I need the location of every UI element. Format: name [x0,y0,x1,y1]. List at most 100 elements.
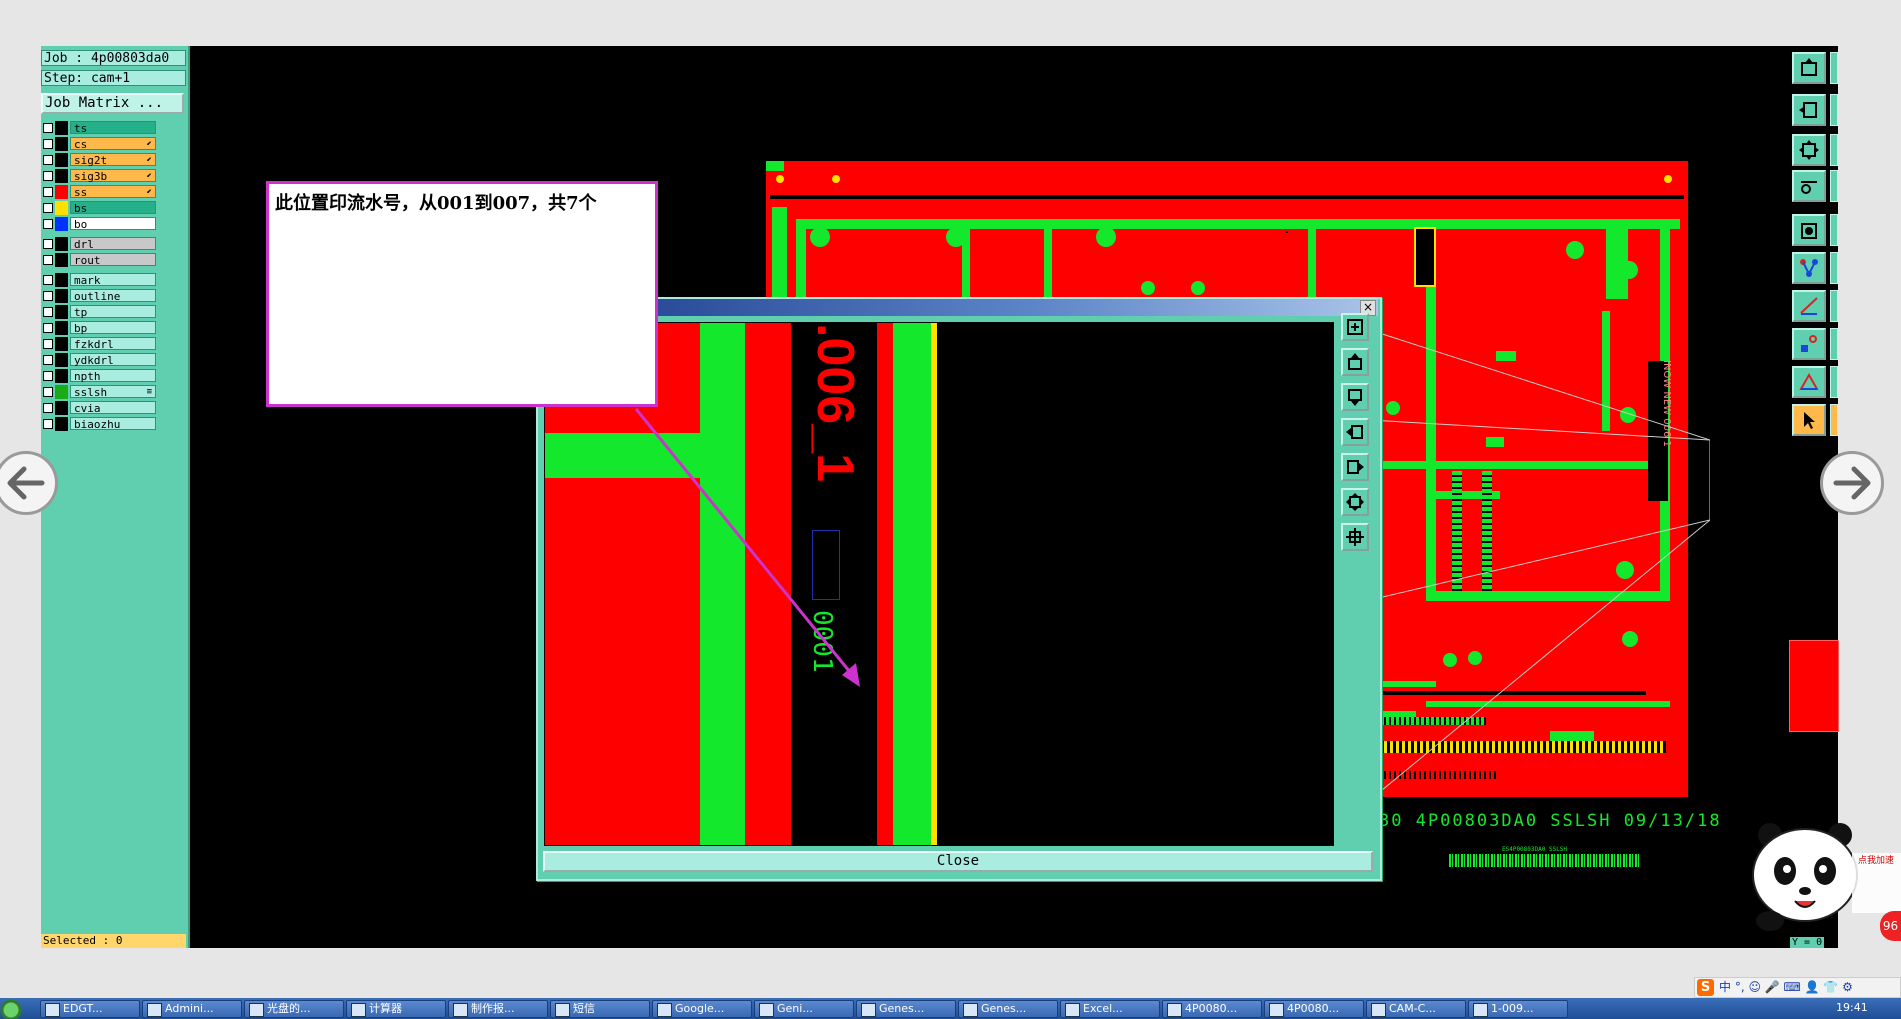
layer-color-swatch[interactable] [55,153,68,167]
taskbar-item[interactable]: Genes... [856,1000,956,1018]
layer-row-ss[interactable]: ss ⬋ [41,185,156,199]
layer-checkbox[interactable] [43,155,53,165]
job-matrix-button[interactable]: Job Matrix ... [41,93,184,114]
taskbar-item[interactable]: 制作报... [448,1000,548,1018]
color-swatch-panel[interactable] [1789,640,1839,732]
panda-widget[interactable]: 点我加速 96 [1740,823,1901,941]
layer-name[interactable]: npth [70,369,156,383]
layer-row-bp[interactable]: bp [41,321,156,335]
ime-toolbar[interactable]: S 中 °, ☺ 🎤 ⌨ 👤 👕 ⚙ [1694,977,1901,998]
taskbar-item[interactable]: 4P0080... [1162,1000,1262,1018]
layer-name[interactable]: cs ⬋ [70,137,156,151]
zoom-down-button[interactable] [1341,383,1369,411]
toolbar-button-6[interactable] [1792,252,1826,284]
layer-color-swatch[interactable] [55,185,68,199]
zoom-left-button[interactable] [1341,418,1369,446]
layer-color-swatch[interactable] [55,237,68,251]
toolbar-button-7[interactable] [1792,290,1826,322]
layer-checkbox[interactable] [43,291,53,301]
layer-color-swatch[interactable] [55,385,68,399]
layer-name[interactable]: sig3b ⬋ [70,169,156,183]
layer-name[interactable]: drl [70,237,156,251]
zoom-in-button[interactable] [1341,313,1369,341]
layer-row-cs[interactable]: cs ⬋ [41,137,156,151]
layer-checkbox[interactable] [43,123,53,133]
layer-name[interactable]: sslsh ≡ [70,385,156,399]
taskbar-item[interactable]: Admini... [142,1000,242,1018]
zoom-out-button[interactable] [1341,523,1369,551]
layer-color-swatch[interactable] [55,337,68,351]
layer-color-swatch[interactable] [55,121,68,135]
layer-name[interactable]: tp [70,305,156,319]
close-button[interactable]: Close [543,851,1373,872]
layer-color-swatch[interactable] [55,217,68,231]
layer-checkbox[interactable] [43,371,53,381]
layer-checkbox[interactable] [43,339,53,349]
taskbar-item[interactable]: Genes... [958,1000,1058,1018]
toolbar-button-8[interactable] [1792,328,1826,360]
layer-checkbox[interactable] [43,139,53,149]
taskbar-item[interactable]: Geni... [754,1000,854,1018]
layer-name[interactable]: bs [70,201,156,215]
layer-color-swatch[interactable] [55,305,68,319]
layer-checkbox[interactable] [43,171,53,181]
toolbar-button-9[interactable] [1792,366,1826,398]
layer-name[interactable]: sig2t ⬋ [70,153,156,167]
taskbar-item[interactable]: 4P0080... [1264,1000,1364,1018]
layer-checkbox[interactable] [43,187,53,197]
taskbar-item[interactable]: EDGT... [40,1000,140,1018]
toolbar-button-2[interactable] [1792,94,1826,126]
layer-row-ydkdrl[interactable]: ydkdrl [41,353,156,367]
layer-row-biaozhu[interactable]: biaozhu [41,417,156,431]
layer-row-cvia[interactable]: cvia [41,401,156,415]
layer-color-swatch[interactable] [55,201,68,215]
layer-checkbox[interactable] [43,203,53,213]
taskbar-item[interactable]: CAM-C... [1366,1000,1466,1018]
layer-color-swatch[interactable] [55,369,68,383]
next-button[interactable] [1820,451,1884,515]
layer-name[interactable]: fzkdrl [70,337,156,351]
layer-color-swatch[interactable] [55,137,68,151]
layer-checkbox[interactable] [43,239,53,249]
layer-color-swatch[interactable] [55,401,68,415]
layer-name[interactable]: rout [70,253,156,267]
pointer-tool-button[interactable] [1792,404,1826,436]
layer-row-drl[interactable]: drl [41,237,156,251]
layer-name[interactable]: outline [70,289,156,303]
taskbar-item[interactable]: 1-009... [1468,1000,1568,1018]
popup-titlebar[interactable]: × [538,299,1378,316]
taskbar-item[interactable]: 光盘的... [244,1000,344,1018]
layer-name[interactable]: biaozhu [70,417,156,431]
layer-checkbox[interactable] [43,387,53,397]
taskbar-item[interactable]: 计算器 [346,1000,446,1018]
zoom-fit-button[interactable] [1341,488,1369,516]
layer-row-sslsh[interactable]: sslsh ≡ [41,385,156,399]
layer-checkbox[interactable] [43,403,53,413]
toolbar-button-1[interactable] [1792,52,1826,84]
layer-checkbox[interactable] [43,219,53,229]
layer-name[interactable]: bp [70,321,156,335]
toolbar-button-3[interactable] [1792,134,1826,166]
layer-checkbox[interactable] [43,307,53,317]
layer-checkbox[interactable] [43,255,53,265]
layer-name[interactable]: ss ⬋ [70,185,156,199]
taskbar-item[interactable]: Google... [652,1000,752,1018]
layer-row-fzkdrl[interactable]: fzkdrl [41,337,156,351]
layer-row-sig3b[interactable]: sig3b ⬋ [41,169,156,183]
layer-row-sig2t[interactable]: sig2t ⬋ [41,153,156,167]
layer-row-bo[interactable]: bo [41,217,156,231]
layer-row-npth[interactable]: npth [41,369,156,383]
layer-row-ts[interactable]: ts [41,121,156,135]
layer-row-rout[interactable]: rout [41,253,156,267]
layer-row-tp[interactable]: tp [41,305,156,319]
layer-name[interactable]: bo [70,217,156,231]
layer-color-swatch[interactable] [55,353,68,367]
layer-color-swatch[interactable] [55,289,68,303]
layer-color-swatch[interactable] [55,321,68,335]
zoom-right-button[interactable] [1341,453,1369,481]
toolbar-button-5[interactable] [1792,214,1826,246]
layer-color-swatch[interactable] [55,253,68,267]
layer-name[interactable]: ydkdrl [70,353,156,367]
taskbar-item[interactable]: 短信 [550,1000,650,1018]
layer-name[interactable]: mark [70,273,156,287]
